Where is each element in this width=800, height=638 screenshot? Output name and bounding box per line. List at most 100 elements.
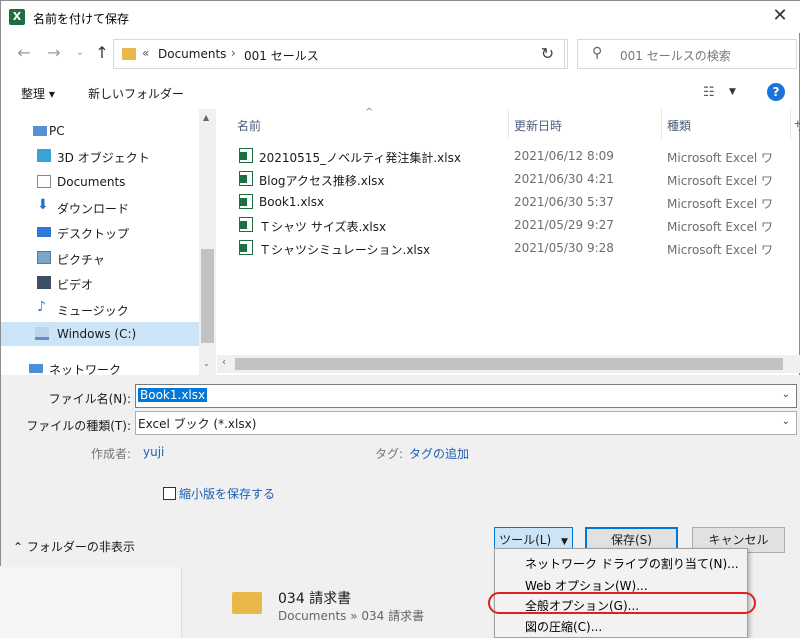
tag-value[interactable]: タグの追加 — [409, 445, 469, 462]
refresh-icon[interactable]: ↻ — [531, 39, 565, 69]
navigation-bar: ← → ⌄ ↑ « Documents › 001 セールス ⌄ ↻ ⚲ 001… — [1, 33, 800, 75]
column-header-date[interactable]: 更新日時 — [509, 109, 662, 139]
sidebar-item-pictures[interactable]: ピクチャ — [1, 246, 199, 270]
author-label: 作成者: — [91, 447, 132, 461]
file-row[interactable]: Ｔシャツシミュレーション.xlsx 2021/05/30 9:28 Micros… — [217, 237, 800, 260]
excel-file-icon — [239, 148, 253, 163]
excel-file-icon — [239, 194, 253, 209]
close-icon[interactable]: ✕ — [769, 5, 791, 27]
tools-dropdown-icon: ▼ — [560, 537, 568, 547]
file-row[interactable]: 20210515_ノベルティ発注集計.xlsx 2021/06/12 8:09 … — [217, 145, 800, 168]
sidebar-item-desktop[interactable]: デスクトップ — [1, 220, 199, 244]
folder-icon — [122, 48, 136, 60]
file-name: Ｔシャツシミュレーション.xlsx — [259, 243, 431, 257]
background-folder-icon — [232, 592, 262, 614]
sidebar-item-label: デスクトップ — [57, 227, 130, 241]
sidebar-item-downloads[interactable]: ⬇ ダウンロード — [1, 195, 199, 219]
column-header-size[interactable]: サ — [791, 109, 800, 139]
command-toolbar: 整理 ▾ 新しいフォルダー ☷ ▼ ? — [1, 75, 800, 109]
navigation-pane: PC 3D オブジェクト Documents ⬇ ダウンロード デスクトップ ピ… — [1, 109, 217, 375]
sidebar-item-label: ダウンロード — [57, 202, 130, 216]
file-list-horizontal-scrollbar[interactable]: ‹ — [217, 355, 800, 373]
file-type: Microsoft Excel ワ — [667, 174, 774, 188]
file-type: Microsoft Excel ワ — [667, 197, 774, 211]
recent-locations-chevron-icon[interactable]: ⌄ — [71, 43, 89, 63]
file-row[interactable]: Book1.xlsx 2021/06/30 5:37 Microsoft Exc… — [217, 191, 800, 214]
desktop-icon — [37, 227, 51, 237]
scroll-up-icon[interactable]: ▲ — [203, 113, 209, 122]
file-type: Microsoft Excel ワ — [667, 151, 774, 165]
filetype-select[interactable]: Excel ブック (*.xlsx) ⌄ — [135, 411, 797, 435]
scrollbar-thumb[interactable] — [201, 249, 214, 343]
filetype-value: Excel ブック (*.xlsx) — [138, 417, 257, 431]
address-bar[interactable]: « Documents › 001 セールス ⌄ — [113, 39, 619, 69]
file-row[interactable]: Ｔシャツ サイズ表.xlsx 2021/05/29 9:27 Microsoft… — [217, 214, 800, 237]
scrollbar-thumb[interactable] — [235, 358, 783, 370]
file-date: 2021/06/30 5:37 — [514, 195, 614, 209]
menu-item-map-network-drive[interactable]: ネットワーク ドライブの割り当て(N)... — [525, 555, 739, 572]
background-folder-name: 034 請求書 — [278, 591, 352, 607]
back-arrow-icon[interactable]: ← — [15, 43, 33, 63]
music-icon: ♪ — [37, 299, 46, 315]
thumbnail-checkbox[interactable] — [163, 487, 176, 500]
file-name: 20210515_ノベルティ発注集計.xlsx — [259, 151, 461, 165]
up-arrow-icon[interactable]: ↑ — [93, 43, 111, 63]
filename-value: Book1.xlsx — [138, 388, 208, 402]
sidebar-item-windows-c[interactable]: Windows (C:) — [1, 322, 199, 346]
background-explorer-sidebar — [0, 566, 182, 638]
sidebar-item-3d-objects[interactable]: 3D オブジェクト — [1, 144, 199, 168]
file-row[interactable]: Blogアクセス推移.xlsx 2021/06/30 4:21 Microsof… — [217, 168, 800, 191]
navigation-pane-scrollbar[interactable]: ▲ ⌄ — [199, 109, 216, 375]
search-placeholder[interactable]: 001 セールスの検索 — [620, 47, 731, 64]
file-name: Ｔシャツ サイズ表.xlsx — [259, 220, 387, 234]
view-dropdown-icon[interactable]: ▼ — [729, 87, 736, 97]
sidebar-item-label: ネットワーク — [49, 363, 122, 375]
chevron-up-icon: ⌃ — [13, 540, 27, 554]
help-icon[interactable]: ? — [767, 83, 785, 101]
sidebar-item-label: ビデオ — [57, 278, 94, 292]
pc-icon — [33, 126, 47, 136]
sidebar-item-pc[interactable]: PC — [1, 119, 199, 143]
search-box[interactable]: ⚲ 001 セールスの検索 — [577, 39, 797, 69]
picture-icon — [37, 251, 51, 264]
save-form: ファイル名(N): Book1.xlsx ⌄ ファイルの種類(T): Excel… — [1, 375, 800, 567]
organize-button[interactable]: 整理 ▾ — [21, 85, 55, 102]
tools-label: ツール(L) — [499, 533, 552, 547]
sidebar-item-network[interactable]: ネットワーク — [1, 356, 199, 375]
filetype-label: ファイルの種類(T): — [26, 419, 131, 433]
forward-arrow-icon[interactable]: → — [45, 43, 63, 63]
file-date: 2021/06/12 8:09 — [514, 149, 614, 163]
scroll-down-icon[interactable]: ⌄ — [203, 359, 210, 368]
breadcrumb-sales[interactable]: 001 セールス — [244, 47, 319, 64]
file-date: 2021/06/30 4:21 — [514, 172, 614, 186]
new-folder-button[interactable]: 新しいフォルダー — [88, 85, 184, 102]
scroll-left-icon[interactable]: ‹ — [222, 357, 226, 368]
document-icon — [37, 175, 51, 188]
menu-item-compress-pictures[interactable]: 図の圧縮(C)... — [525, 618, 602, 635]
filename-dropdown-icon[interactable]: ⌄ — [782, 389, 790, 400]
save-as-dialog: X 名前を付けて保存 ✕ ← → ⌄ ↑ « Documents › 001 セ… — [0, 0, 800, 567]
file-date: 2021/05/29 9:27 — [514, 218, 614, 232]
file-name: Book1.xlsx — [259, 195, 325, 209]
column-header-type[interactable]: 種類 — [662, 109, 791, 139]
sidebar-item-label: Windows (C:) — [57, 327, 137, 341]
sidebar-item-documents[interactable]: Documents — [1, 170, 199, 194]
sidebar-item-label: ミュージック — [57, 304, 129, 318]
sidebar-item-label: 3D オブジェクト — [57, 151, 150, 165]
cube-icon — [37, 149, 51, 162]
breadcrumb-separator-icon[interactable]: › — [231, 46, 236, 60]
breadcrumb-documents[interactable]: Documents — [158, 47, 226, 61]
hide-folders-button[interactable]: ⌃ フォルダーの非表示 — [13, 538, 135, 555]
sidebar-item-videos[interactable]: ビデオ — [1, 271, 199, 295]
thumbnail-label[interactable]: 縮小版を保存する — [179, 485, 275, 502]
view-options-icon[interactable]: ☷ — [703, 85, 715, 100]
sidebar-item-music[interactable]: ♪ ミュージック — [1, 297, 199, 321]
title-bar: X 名前を付けて保存 ✕ — [1, 1, 800, 33]
address-overflow[interactable]: « — [142, 46, 149, 60]
background-folder-path: Documents » 034 請求書 — [278, 609, 425, 623]
filetype-dropdown-icon[interactable]: ⌄ — [782, 416, 790, 427]
filename-field[interactable]: Book1.xlsx ⌄ — [135, 384, 797, 408]
author-value[interactable]: yuji — [143, 445, 164, 459]
column-header-name[interactable]: 名前 — [217, 109, 509, 139]
file-type: Microsoft Excel ワ — [667, 220, 774, 234]
